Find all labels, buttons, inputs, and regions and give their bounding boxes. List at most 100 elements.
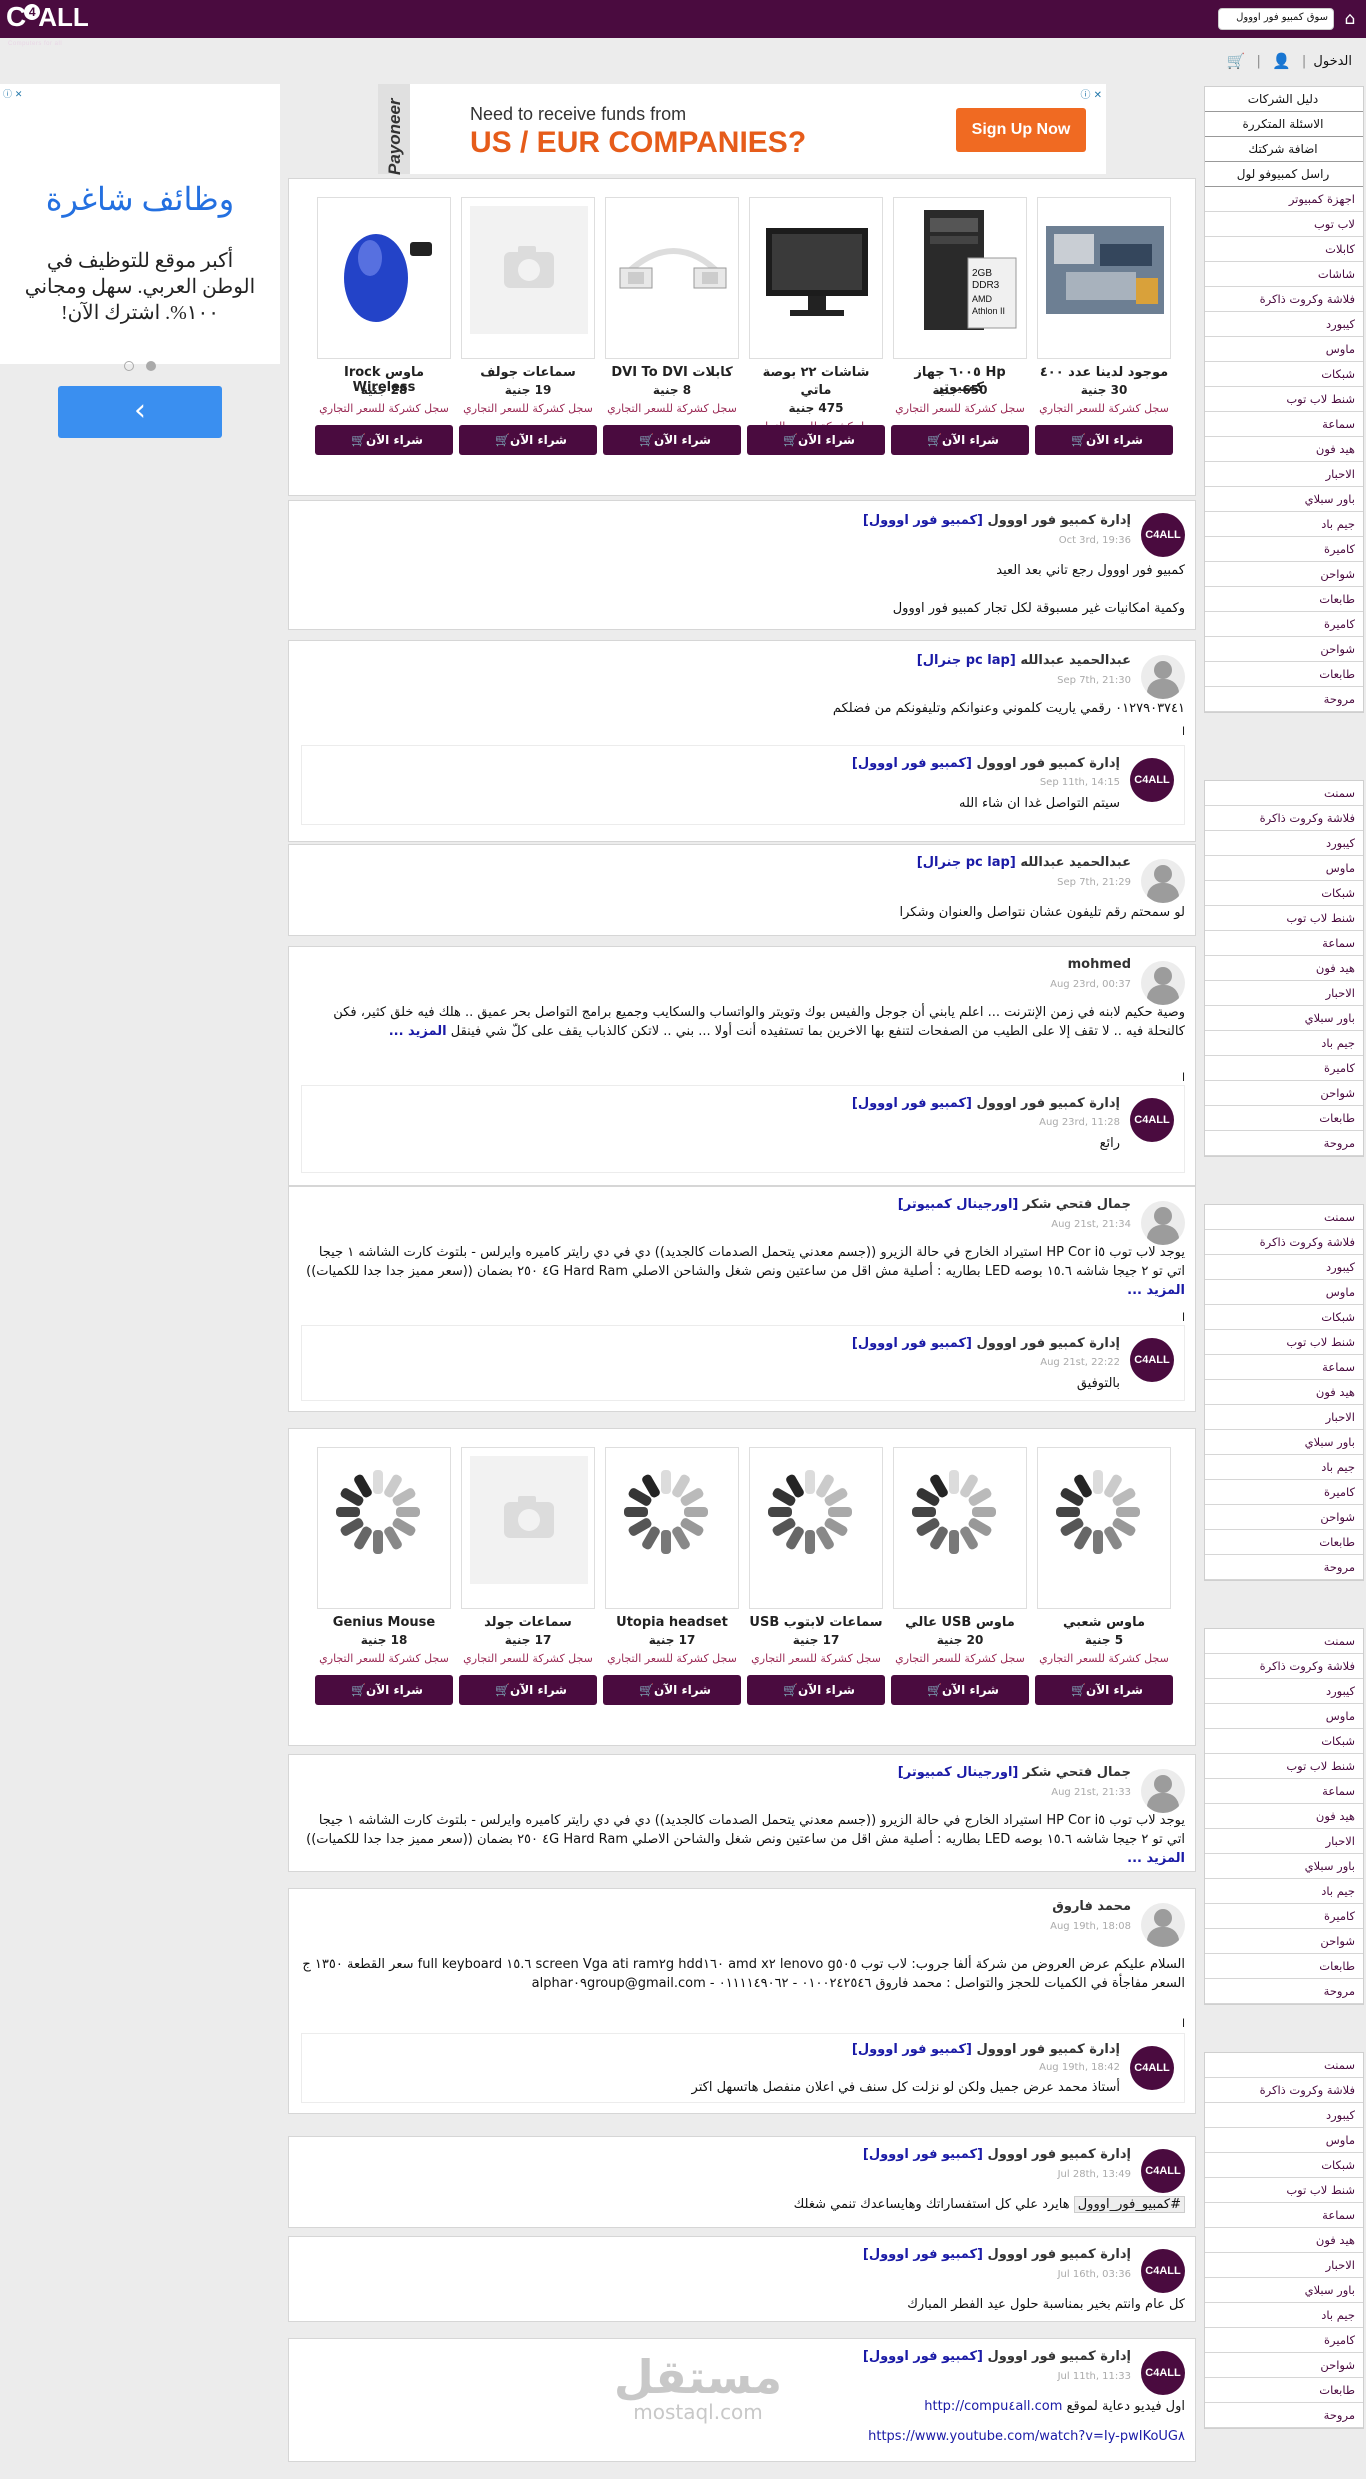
sidebar-item[interactable]: سماعة	[1205, 1355, 1363, 1380]
sidebar-item[interactable]: سماعة	[1205, 931, 1363, 956]
sidebar-item[interactable]: كيبورد	[1205, 1255, 1363, 1280]
user-avatar[interactable]	[1141, 1769, 1185, 1813]
loading-spinner-icon[interactable]	[328, 1462, 428, 1562]
sidebar-item[interactable]: كيبورد	[1205, 1679, 1363, 1704]
loading-spinner-icon[interactable]	[616, 1462, 716, 1562]
sidebar-item[interactable]: باور سبلاي	[1205, 1430, 1363, 1455]
product-card[interactable]	[1037, 197, 1171, 359]
author-tag[interactable]: [كمبيو فور اووول]	[852, 1096, 972, 1111]
sidebar-item[interactable]: الاحبار	[1205, 462, 1363, 487]
post-author[interactable]: عبدالحميد عبدالله [pc lap جنرال]	[917, 855, 1131, 870]
sidebar-item[interactable]: هيد فون	[1205, 437, 1363, 462]
sidebar-item[interactable]: ماوس	[1205, 2128, 1363, 2153]
sidebar-item[interactable]: مروحة	[1205, 2403, 1363, 2428]
sidebar-item[interactable]: شواحن	[1205, 1929, 1363, 1954]
home-icon[interactable]: ⌂	[1340, 9, 1360, 29]
sidebar-item[interactable]: كاميرة	[1205, 1056, 1363, 1081]
brand-avatar[interactable]: C4ALL	[1130, 758, 1174, 802]
author-name[interactable]: إدارة كمبيو فور اووول	[977, 1336, 1120, 1351]
author-tag[interactable]: [كمبيو فور اووول]	[852, 1336, 972, 1351]
product-name[interactable]: سماعات جولف	[461, 365, 595, 380]
sidebar-item[interactable]: شنط لاب توب	[1205, 1330, 1363, 1355]
product-name[interactable]: شاشات ٢٢ بوصة	[749, 365, 883, 380]
company-register-link[interactable]: سجل كشركة للسعر التجاري	[1037, 1651, 1171, 1667]
sidebar-item[interactable]: لاب توب	[1205, 212, 1363, 237]
sidebar-item[interactable]: هيد فون	[1205, 1804, 1363, 1829]
sidebar-item[interactable]: كيبورد	[1205, 831, 1363, 856]
author-name[interactable]: إدارة كمبيو فور اووول	[977, 1096, 1120, 1111]
sidebar-item[interactable]: فلاشة وكروت ذاكرة	[1205, 1230, 1363, 1255]
sidebar-item[interactable]: هيد فون	[1205, 956, 1363, 981]
author-tag[interactable]: [كمبيو فور اووول]	[863, 513, 983, 528]
author-name[interactable]: إدارة كمبيو فور اووول	[977, 756, 1120, 771]
sidebar-item[interactable]: فلاشة وكروت ذاكرة	[1205, 1654, 1363, 1679]
author-name[interactable]: عبدالحميد عبدالله	[1020, 855, 1131, 870]
sidebar-item[interactable]: ماوس	[1205, 1704, 1363, 1729]
sidebar-item[interactable]: كاميرة	[1205, 1480, 1363, 1505]
sidebar-item[interactable]: مروحة	[1205, 1131, 1363, 1156]
user-avatar[interactable]	[1141, 1201, 1185, 1245]
ad-close-icon[interactable]: ⓘ ✕	[1080, 86, 1102, 101]
product-image[interactable]	[758, 206, 876, 334]
sidebar-item[interactable]: الاحبار	[1205, 2253, 1363, 2278]
sidebar-item[interactable]: الاحبار	[1205, 1829, 1363, 1854]
sidebar-item[interactable]: جيم باد	[1205, 1031, 1363, 1056]
sidebar-item[interactable]: شاشات	[1205, 262, 1363, 287]
buy-now-button[interactable]: شراء الآن🛒	[459, 425, 597, 455]
payoneer-ad-banner[interactable]: Payoneer Need to receive funds from US /…	[378, 84, 1106, 175]
sidebar-item[interactable]: كيبورد	[1205, 2103, 1363, 2128]
product-name[interactable]: ماوس شعبي	[1037, 1615, 1171, 1630]
product-card[interactable]	[317, 1447, 451, 1609]
post-author[interactable]: عبدالحميد عبدالله [pc lap جنرال]	[917, 653, 1131, 668]
sidebar-item[interactable]: شنط لاب توب	[1205, 1754, 1363, 1779]
product-name[interactable]: Utopia headset	[605, 1615, 739, 1630]
sidebar-item[interactable]: سماعة	[1205, 2203, 1363, 2228]
product-card[interactable]	[749, 197, 883, 359]
sidebar-item[interactable]: شواحن	[1205, 2353, 1363, 2378]
author-name[interactable]: عبدالحميد عبدالله	[1020, 653, 1131, 668]
sidebar-item[interactable]: ماوس	[1205, 337, 1363, 362]
company-register-link[interactable]: سجل كشركة للسعر التجاري	[317, 401, 451, 417]
sidebar-link-add-company[interactable]: اضافة شركتك	[1205, 137, 1363, 162]
brand-avatar[interactable]: C4ALL	[1141, 513, 1185, 557]
product-name[interactable]: كابلات DVI To DVI	[605, 365, 739, 380]
brand-avatar[interactable]: C4ALL	[1130, 1338, 1174, 1382]
buy-now-button[interactable]: شراء الآن🛒	[603, 1675, 741, 1705]
sidebar-item[interactable]: فلاشة وكروت ذاكرة	[1205, 806, 1363, 831]
login-link[interactable]: الدخول	[1313, 54, 1352, 69]
read-more-link[interactable]: المزيد ...	[389, 1024, 447, 1039]
cart-icon[interactable]: 🛒	[1227, 52, 1246, 70]
site-link[interactable]: http://compu٤all.com	[924, 2399, 1062, 2414]
sidebar-link-directory[interactable]: دليل الشركات	[1205, 87, 1363, 112]
sidebar-item[interactable]: شبكات	[1205, 1729, 1363, 1754]
carousel-dot[interactable]	[146, 361, 156, 371]
carousel-dot[interactable]	[124, 361, 134, 371]
post-author[interactable]: جمال فتحي شكر [اورجينال كمبيوتر]	[898, 1197, 1131, 1212]
sidebar-item[interactable]: الاحبار	[1205, 981, 1363, 1006]
company-register-link[interactable]: سجل كشركة للسعر التجاري	[605, 401, 739, 417]
author-tag[interactable]: [كمبيو فور اووول]	[863, 2147, 983, 2162]
sidebar-item[interactable]: باور سبلاي	[1205, 2278, 1363, 2303]
author-name[interactable]: جمال فتحي شكر	[1023, 1197, 1131, 1212]
job-ad-banner[interactable]: ⓘ ✕ وظائف شاغرة أكبر موقع للتوظيف في الو…	[0, 84, 280, 438]
sidebar-item[interactable]: شواحن	[1205, 1081, 1363, 1106]
reply-author[interactable]: إدارة كمبيو فور اووول [كمبيو فور اووول]	[852, 2042, 1120, 2057]
ad-next-button[interactable]: ‹	[58, 386, 222, 438]
site-logo[interactable]: C 4 ALL Computers for all	[6, 3, 102, 48]
product-card[interactable]	[461, 197, 595, 359]
product-name[interactable]: موجود لدينا عدد ٤٠٠	[1037, 365, 1171, 380]
sidebar-item[interactable]: طابعات	[1205, 1106, 1363, 1131]
product-name[interactable]: سماعات جولد	[461, 1615, 595, 1630]
sidebar-item[interactable]: سماعة	[1205, 1779, 1363, 1804]
author-tag[interactable]: [كمبيو فور اووول]	[863, 2349, 983, 2364]
sidebar-item[interactable]: جيم باد	[1205, 1455, 1363, 1480]
author-tag[interactable]: [كمبيو فور اووول]	[863, 2247, 983, 2262]
product-name[interactable]: سماعات لابتوب USB	[749, 1615, 883, 1630]
sidebar-item[interactable]: طابعات	[1205, 1530, 1363, 1555]
sidebar-item[interactable]: سمنت	[1205, 2053, 1363, 2078]
sidebar-item[interactable]: طابعات	[1205, 662, 1363, 687]
sidebar-item[interactable]: شواحن	[1205, 637, 1363, 662]
sidebar-item[interactable]: كيبورد	[1205, 312, 1363, 337]
user-avatar[interactable]	[1141, 1903, 1185, 1947]
product-name[interactable]: Genius Mouse	[317, 1615, 451, 1630]
